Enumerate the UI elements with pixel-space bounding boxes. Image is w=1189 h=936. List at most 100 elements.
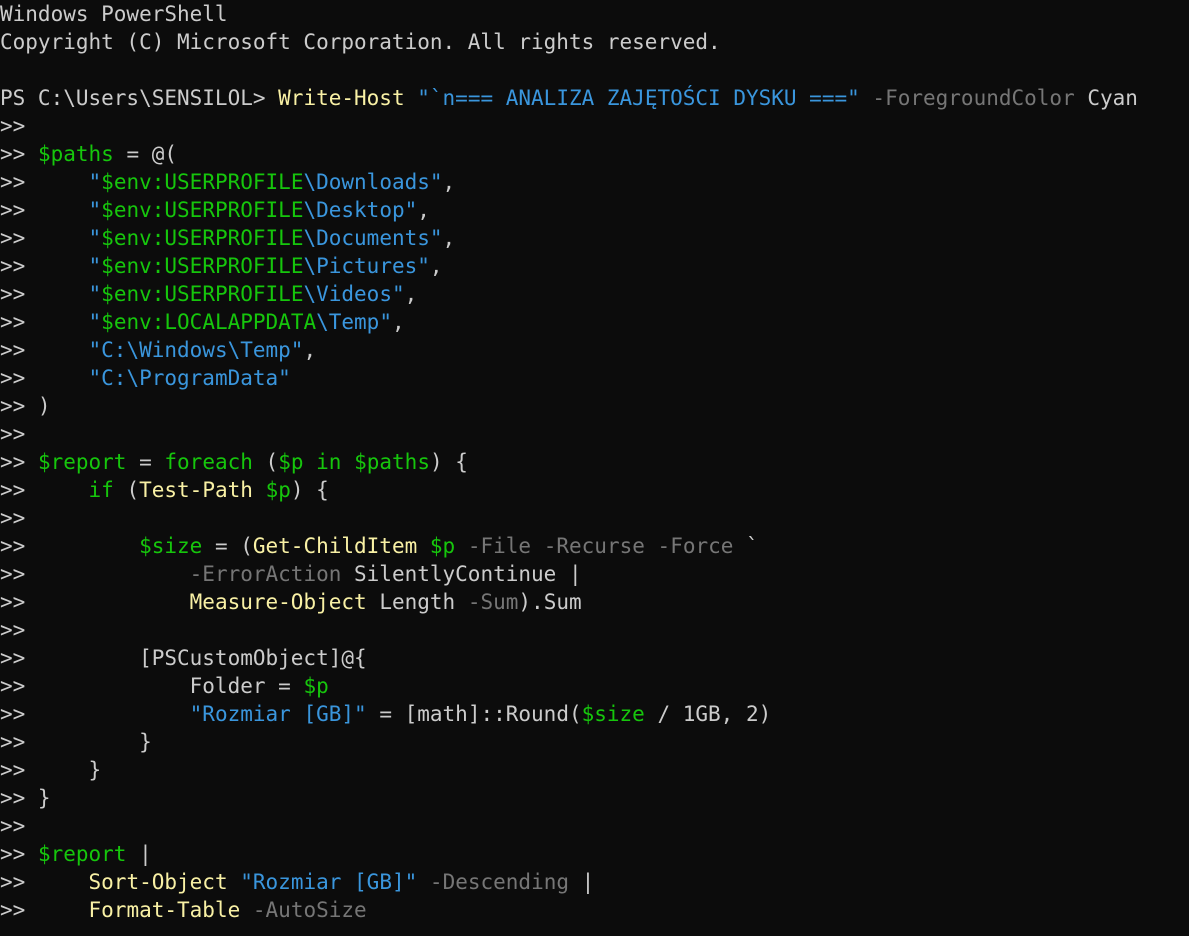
- console-token-default: `: [733, 534, 759, 558]
- console-token-default: ) {: [290, 478, 329, 502]
- console-token-variable: $paths: [37, 142, 114, 166]
- console-token-variable: $p: [265, 478, 291, 502]
- console-token-default: [304, 450, 317, 474]
- console-token-keyword: in: [316, 450, 342, 474]
- console-token-parameter: -Sum: [467, 590, 519, 614]
- console-token-default: = [math]::Round(: [366, 702, 582, 726]
- console-token-string: ": [88, 310, 102, 334]
- console-line: >>: [0, 616, 1189, 644]
- console-line: >> [PSCustomObject]@{: [0, 644, 1189, 672]
- console-token-parameter: -File: [467, 534, 532, 558]
- console-token-default: ) {: [429, 450, 468, 474]
- console-token-string: \Documents": [303, 226, 443, 250]
- console-line: >> "$env:USERPROFILE\Videos",: [0, 280, 1189, 308]
- console-token-string: \Downloads": [303, 170, 443, 194]
- console-token-default: >>: [0, 114, 26, 138]
- console-token-default: (: [113, 478, 140, 502]
- console-token-parameter: -Recurse: [543, 534, 645, 558]
- console-token-default: [405, 86, 418, 110]
- console-line: >> Format-Table -AutoSize: [0, 896, 1189, 924]
- console-line: >> "C:\Windows\Temp",: [0, 336, 1189, 364]
- console-token-default: >> }: [0, 758, 102, 782]
- console-token-default: >>: [0, 366, 89, 390]
- console-token-default: ,: [417, 198, 430, 222]
- console-token-parameter: -Force: [657, 534, 734, 558]
- console-token-default: Length: [366, 590, 468, 614]
- console-token-default: ,: [442, 170, 456, 194]
- console-token-default: [228, 870, 241, 894]
- console-token-default: [455, 534, 468, 558]
- console-token-default: >> Folder =: [0, 674, 304, 698]
- console-token-default: >>: [0, 702, 190, 726]
- console-token-string: ": [88, 198, 102, 222]
- console-token-parameter: -ForegroundColor: [872, 86, 1075, 110]
- console-token-default: >> [PSCustomObject]@{: [0, 646, 367, 670]
- console-token-default: >>: [0, 534, 140, 558]
- console-token-parameter: -ErrorAction: [189, 562, 342, 586]
- console-token-variable: $env:USERPROFILE: [101, 170, 304, 194]
- console-line: >> $report = foreach ($p in $paths) {: [0, 448, 1189, 476]
- console-token-string: "Rozmiar [GB]": [240, 870, 418, 894]
- console-line: >> $size = (Get-ChildItem $p -File -Recu…: [0, 532, 1189, 560]
- console-token-variable: $env:USERPROFILE: [101, 282, 304, 306]
- console-token-default: |: [569, 870, 595, 894]
- console-line: >> "$env:USERPROFILE\Desktop",: [0, 196, 1189, 224]
- console-token-default: Cyan: [1074, 86, 1138, 110]
- console-token-default: >> ): [0, 394, 51, 418]
- console-token-string: "C:\Windows\Temp": [88, 338, 304, 362]
- console-token-default: >>: [0, 506, 26, 530]
- console-token-variable: $paths: [354, 450, 430, 474]
- console-line: >> "$env:USERPROFILE\Pictures",: [0, 252, 1189, 280]
- console-token-default: >>: [0, 254, 89, 278]
- console-token-default: = @(: [113, 142, 178, 166]
- console-token-default: >>: [0, 198, 89, 222]
- console-token-command: Test-Path: [139, 478, 253, 502]
- console-token-default: >>: [0, 282, 89, 306]
- console-token-default: [417, 534, 430, 558]
- console-line: >> "C:\ProgramData": [0, 364, 1189, 392]
- console-token-string: \Desktop": [303, 198, 418, 222]
- console-token-default: |: [126, 842, 152, 866]
- console-token-default: >>: [0, 842, 38, 866]
- console-token-default: ,: [391, 310, 405, 334]
- console-token-default: >>: [0, 898, 89, 922]
- console-token-string: ": [88, 170, 102, 194]
- console-token-default: ,: [404, 282, 418, 306]
- console-token-default: Windows PowerShell: [0, 2, 228, 26]
- console-line: >> $paths = @(: [0, 140, 1189, 168]
- console-line: >> "$env:USERPROFILE\Downloads",: [0, 168, 1189, 196]
- console-token-default: >> }: [0, 730, 152, 754]
- console-token-command: Get-ChildItem: [252, 534, 418, 558]
- console-line: >> "$env:USERPROFILE\Documents",: [0, 224, 1189, 252]
- console-token-variable: $p: [429, 534, 456, 558]
- console-line: >>: [0, 504, 1189, 532]
- console-token-default: >>: [0, 870, 89, 894]
- console-token-default: >> }: [0, 786, 51, 810]
- console-token-default: ,: [429, 254, 443, 278]
- console-line: >> Sort-Object "Rozmiar [GB]" -Descendin…: [0, 868, 1189, 896]
- console-token-string: \Pictures": [303, 254, 430, 278]
- console-token-default: = (: [202, 534, 253, 558]
- console-token-default: [240, 898, 253, 922]
- console-line: PS C:\Users\SENSILOL> Write-Host "`n=== …: [0, 84, 1189, 112]
- console-token-default: >>: [0, 310, 89, 334]
- console-token-variable: $report: [37, 450, 127, 474]
- console-token-default: [860, 86, 873, 110]
- console-token-command: Write-Host: [278, 86, 405, 110]
- console-token-string: "Rozmiar [GB]": [189, 702, 367, 726]
- console-token-variable: $p: [278, 450, 304, 474]
- console-line: >> Folder = $p: [0, 672, 1189, 700]
- console-token-default: Copyright (C) Microsoft Corporation. All…: [0, 30, 721, 54]
- console-line: >> -ErrorAction SilentlyContinue |: [0, 560, 1189, 588]
- console-token-default: [253, 478, 266, 502]
- console-token-default: SilentlyContinue |: [341, 562, 582, 586]
- console-token-variable: $env:USERPROFILE: [101, 254, 304, 278]
- console-token-string: ": [88, 226, 102, 250]
- powershell-console[interactable]: Windows PowerShell Copyright (C) Microsof…: [0, 0, 1189, 936]
- console-token-default: >>: [0, 450, 38, 474]
- console-token-string: \Videos": [303, 282, 405, 306]
- console-token-default: [645, 534, 658, 558]
- console-token-variable: $size: [581, 702, 645, 726]
- console-token-command: Sort-Object: [88, 870, 228, 894]
